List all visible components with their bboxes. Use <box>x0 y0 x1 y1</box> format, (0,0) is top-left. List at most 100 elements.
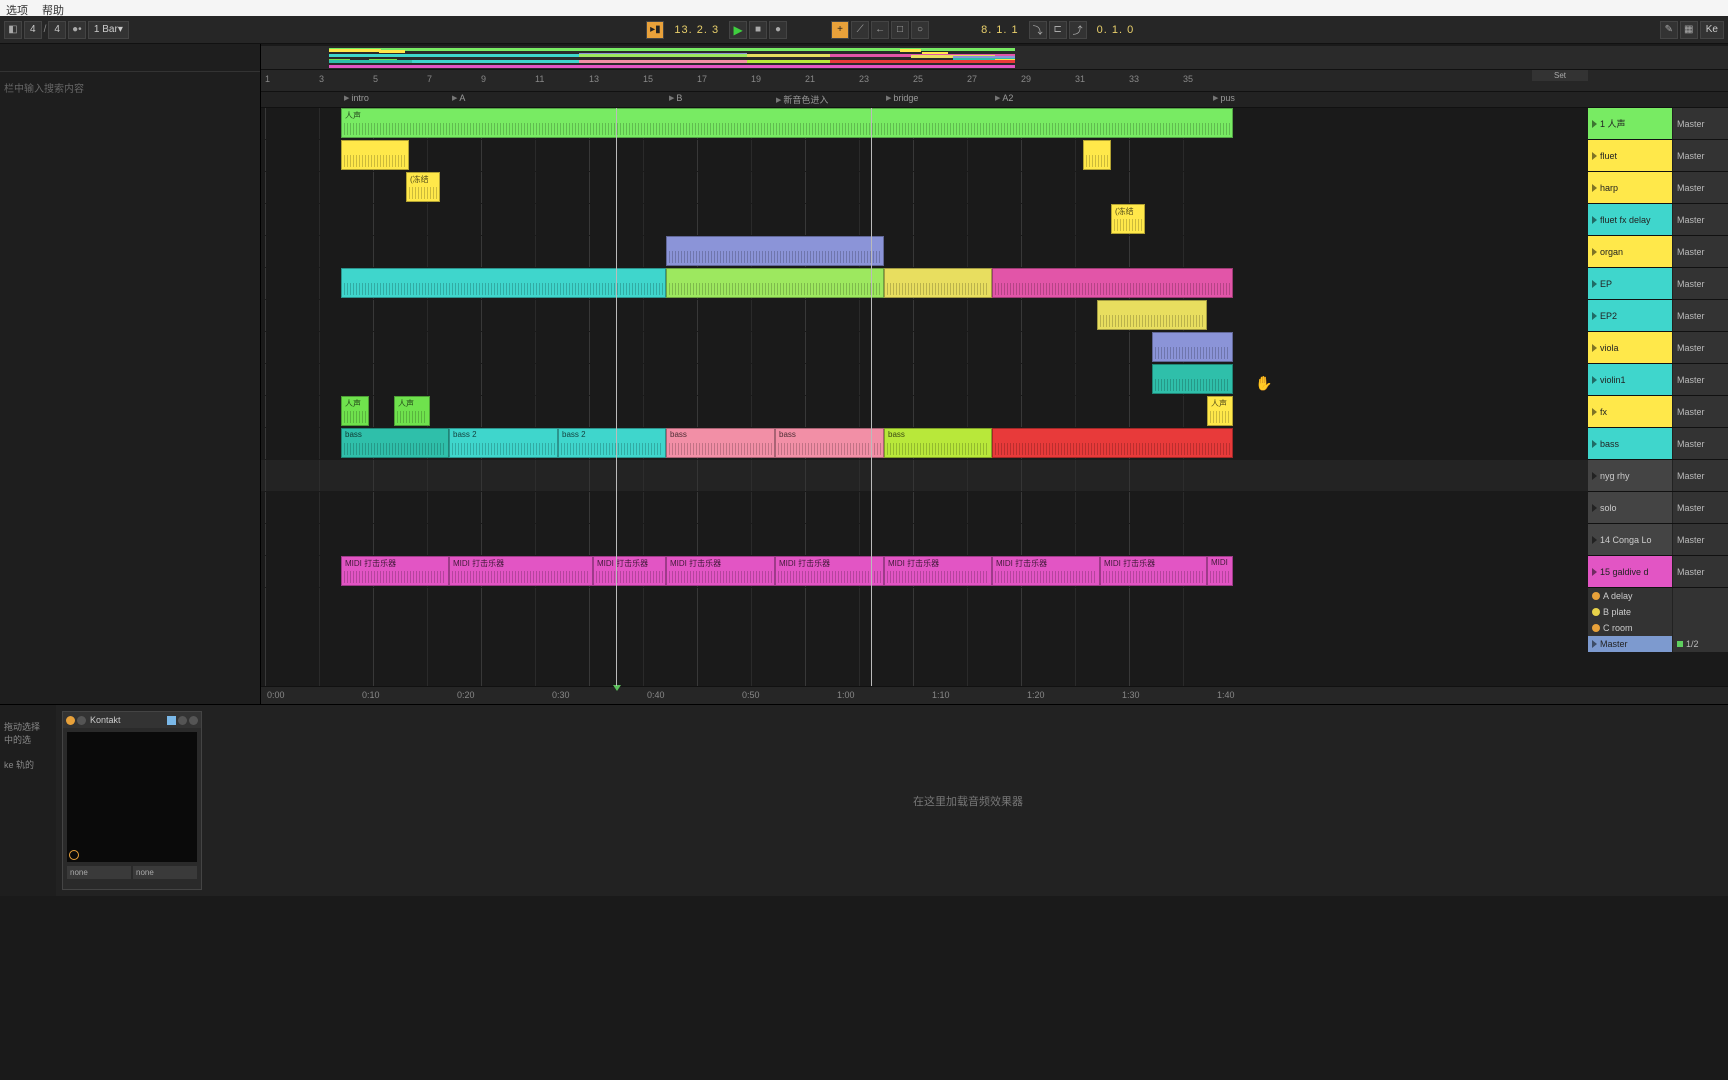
locator-B[interactable]: B <box>669 93 682 103</box>
time-sig-den[interactable]: 4 <box>48 21 66 39</box>
clip[interactable]: MIDI 打击乐器 <box>992 556 1100 586</box>
computer-midi-icon[interactable]: ▦ <box>1680 21 1698 39</box>
clip[interactable]: (冻结 <box>406 172 440 202</box>
track-route[interactable]: Master <box>1672 108 1728 139</box>
automation-arm-icon[interactable]: ⟋ <box>851 21 869 39</box>
return-track-header[interactable]: C room <box>1588 620 1728 636</box>
track-lane[interactable]: bassbass 2bass 2bassbassbass <box>261 428 1588 460</box>
clip[interactable]: 人声 <box>341 108 1233 138</box>
track-lane[interactable] <box>261 524 1588 556</box>
track-lane[interactable] <box>261 460 1588 492</box>
track-header[interactable]: 1 人声Master <box>1588 108 1728 140</box>
clip[interactable]: bass <box>666 428 775 458</box>
clip[interactable] <box>341 268 666 298</box>
track-lane[interactable] <box>261 236 1588 268</box>
locator-新音色进入[interactable]: 新音色进入 <box>776 93 828 106</box>
draw-mode-icon[interactable]: ✎ <box>1660 21 1678 39</box>
track-header[interactable]: fluetMaster <box>1588 140 1728 172</box>
device-slot-1[interactable]: none <box>67 866 131 879</box>
track-route[interactable]: Master <box>1672 140 1728 171</box>
track-route[interactable]: Master <box>1672 268 1728 299</box>
clip[interactable]: MIDI 打击乐器 <box>341 556 449 586</box>
return-track-header[interactable]: B plate <box>1588 604 1728 620</box>
device-kontakt[interactable]: Kontakt none none <box>62 711 202 890</box>
return-track-header[interactable]: A delay <box>1588 588 1728 604</box>
track-route[interactable]: Master <box>1672 396 1728 427</box>
capture-icon[interactable]: □ <box>891 21 909 39</box>
drop-area[interactable]: 在这里加载音频效果器 <box>208 705 1728 896</box>
clip[interactable] <box>1152 332 1233 362</box>
punch-in-icon[interactable]: ⤵ <box>1029 21 1047 39</box>
track-route[interactable]: Master <box>1672 300 1728 331</box>
track-lane[interactable] <box>261 300 1588 332</box>
loop-switch-icon[interactable]: ⊏ <box>1049 21 1067 39</box>
loop-length[interactable]: 0. 1. 0 <box>1089 21 1143 39</box>
clip[interactable] <box>1097 300 1207 330</box>
track-header[interactable]: 15 galdive dMaster <box>1588 556 1728 588</box>
clip[interactable]: bass 2 <box>558 428 666 458</box>
locator-lane[interactable]: introAB新音色进入bridgeA2pus Set <box>261 92 1728 108</box>
track-header[interactable]: nyg rhyMaster <box>1588 460 1728 492</box>
follow-icon[interactable]: ▸▮ <box>646 21 664 39</box>
clip[interactable]: MIDI 打击乐器 <box>449 556 593 586</box>
clip[interactable]: MIDI 打击乐器 <box>666 556 775 586</box>
master-track-header[interactable]: Master1/2 <box>1588 636 1728 652</box>
track-header[interactable]: EPMaster <box>1588 268 1728 300</box>
track-header[interactable]: organMaster <box>1588 236 1728 268</box>
beat-ruler[interactable]: 1357911131517192123252729313335 <box>261 70 1728 92</box>
track-header[interactable]: harpMaster <box>1588 172 1728 204</box>
track-route[interactable]: Master <box>1672 364 1728 395</box>
clip[interactable] <box>666 236 884 266</box>
metronome-icon[interactable]: ●• <box>68 21 86 39</box>
clip[interactable]: 人声 <box>394 396 430 426</box>
time-ruler[interactable]: 0:000:100:200:300:400:501:001:101:201:30… <box>261 686 1728 704</box>
track-route[interactable]: Master <box>1672 492 1728 523</box>
clip[interactable]: bass <box>775 428 884 458</box>
track-header[interactable]: violaMaster <box>1588 332 1728 364</box>
track-lane[interactable] <box>261 364 1588 396</box>
clip[interactable]: MIDI 打击乐器 <box>1100 556 1207 586</box>
clip[interactable]: bass <box>341 428 449 458</box>
track-header[interactable]: bassMaster <box>1588 428 1728 460</box>
arrangement-position[interactable]: 13. 2. 3 <box>666 21 727 39</box>
browser-search-hint[interactable]: 栏中输入搜索内容 <box>0 72 260 103</box>
track-route[interactable]: Master <box>1672 524 1728 555</box>
clip[interactable] <box>992 268 1233 298</box>
device-save-icon[interactable] <box>178 716 187 725</box>
overdub-icon[interactable]: + <box>831 21 849 39</box>
clip[interactable]: MIDI <box>1207 556 1233 586</box>
tracks-area[interactable]: 人声(冻结(冻结人声人声人声bassbass 2bass 2bassbassba… <box>261 108 1728 686</box>
track-header[interactable]: fluet fx delayMaster <box>1588 204 1728 236</box>
clip[interactable]: MIDI 打击乐器 <box>884 556 992 586</box>
track-header[interactable]: EP2Master <box>1588 300 1728 332</box>
track-route[interactable]: Master <box>1672 236 1728 267</box>
device-display[interactable] <box>67 732 197 862</box>
locator-pus[interactable]: pus <box>1213 93 1235 103</box>
track-lane[interactable] <box>261 332 1588 364</box>
device-slot-2[interactable]: none <box>133 866 197 879</box>
loop-icon[interactable]: ○ <box>911 21 929 39</box>
track-lane[interactable]: (冻结 <box>261 172 1588 204</box>
reenable-icon[interactable]: ← <box>871 21 889 39</box>
clip[interactable] <box>666 268 884 298</box>
key-map-button[interactable]: Ke <box>1700 21 1724 39</box>
track-lane[interactable]: 人声 <box>261 108 1588 140</box>
track-route[interactable]: Master <box>1672 460 1728 491</box>
locator-intro[interactable]: intro <box>344 93 369 103</box>
time-sig-num[interactable]: 4 <box>24 21 42 39</box>
locator-A2[interactable]: A2 <box>995 93 1013 103</box>
track-route[interactable]: Master <box>1672 172 1728 203</box>
track-lane[interactable] <box>261 492 1588 524</box>
record-button[interactable]: ● <box>769 21 787 39</box>
track-header[interactable]: fxMaster <box>1588 396 1728 428</box>
track-header[interactable]: 14 Conga LoMaster <box>1588 524 1728 556</box>
track-route[interactable]: Master <box>1672 204 1728 235</box>
track-header[interactable]: soloMaster <box>1588 492 1728 524</box>
menu-help[interactable]: 帮助 <box>42 2 64 14</box>
locator-bridge[interactable]: bridge <box>886 93 918 103</box>
play-button[interactable]: ▶ <box>729 21 747 39</box>
track-lane[interactable] <box>261 268 1588 300</box>
track-lane[interactable]: (冻结 <box>261 204 1588 236</box>
quantize-menu[interactable]: 1 Bar ▾ <box>88 21 129 39</box>
track-lane[interactable]: MIDI 打击乐器MIDI 打击乐器MIDI 打击乐器MIDI 打击乐器MIDI… <box>261 556 1588 588</box>
